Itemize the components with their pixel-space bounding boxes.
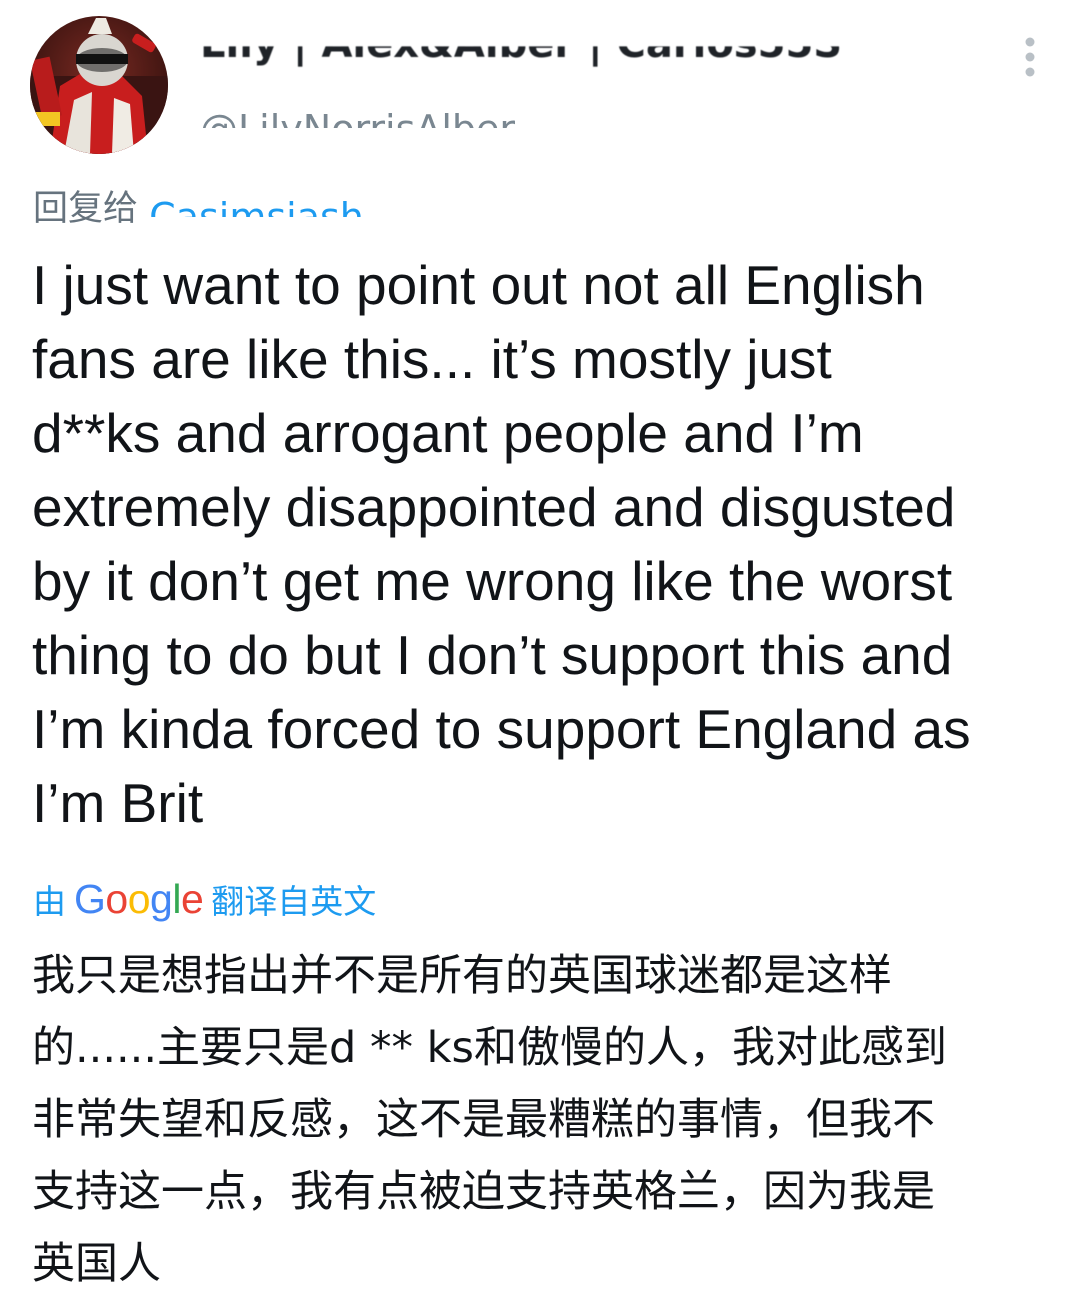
google-logo-letter: e <box>180 876 204 922</box>
translated-line: 非常失望和反感，这不是最糟糕的事情，但我不 <box>32 1095 935 1145</box>
reply-target-link[interactable]: Casimsiash <box>149 186 389 234</box>
more-vertical-icon <box>1025 37 1035 77</box>
author-display-name-text: Lily | Alex&Alber | Carlos55Sainz <box>200 26 840 67</box>
reply-target-text: Casimsiash <box>149 195 364 234</box>
google-logo-letter: G <box>74 876 106 922</box>
translated-by-label: 由 <box>33 882 66 921</box>
tweet-line: I’m Brit <box>32 772 204 834</box>
avatar-image <box>30 16 168 154</box>
google-logo-letter: g <box>150 876 173 922</box>
translated-from-label: 翻译自英文 <box>211 882 377 921</box>
translation-attribution[interactable]: 由 Google 翻译自英文 <box>33 872 376 926</box>
author-handle[interactable]: @LilyNorrisAlber <box>200 92 520 142</box>
translated-line: 的......主要只是d ** ks和傲慢的人，我对此感到 <box>32 1023 947 1073</box>
author-display-name[interactable]: Lily | Alex&Alber | Carlos55Sainz <box>200 26 840 74</box>
translated-body: 我只是想指出并不是所有的英国球迷都是这样 的......主要只是d ** ks和… <box>32 940 1062 1300</box>
google-logo-letter: o <box>127 876 151 922</box>
translated-line: 我只是想指出并不是所有的英国球迷都是这样 <box>32 951 892 1001</box>
more-options-button[interactable] <box>1018 36 1042 80</box>
tweet-line: extremely disappointed and disgusted <box>32 476 956 538</box>
reply-prefix-label: 回复给 <box>33 189 139 229</box>
google-logo-letter: o <box>105 876 128 922</box>
tweet-line: by it don’t get me wrong like the worst <box>32 550 953 612</box>
google-logo-letter: l <box>172 876 181 922</box>
google-logo: Google <box>74 876 204 922</box>
translated-line: 支持这一点，我有点被迫支持英格兰，因为我是 <box>32 1167 935 1217</box>
reply-context: 回复给 Casimsiash <box>33 186 389 232</box>
tweet-line: fans are like this... it’s mostly just <box>32 328 832 390</box>
tweet-line: I’m kinda forced to support England as <box>32 698 971 760</box>
tweet-line: thing to do but I don’t support this and <box>32 624 953 686</box>
tweet-line: d**ks and arrogant people and I’m <box>32 402 864 464</box>
translated-line: 英国人 <box>32 1239 161 1289</box>
tweet-body: I just want to point out not all English… <box>32 248 1062 840</box>
tweet-line: I just want to point out not all English <box>32 254 925 316</box>
avatar[interactable] <box>30 16 168 154</box>
author-handle-text: @LilyNorrisAlber <box>200 107 516 142</box>
